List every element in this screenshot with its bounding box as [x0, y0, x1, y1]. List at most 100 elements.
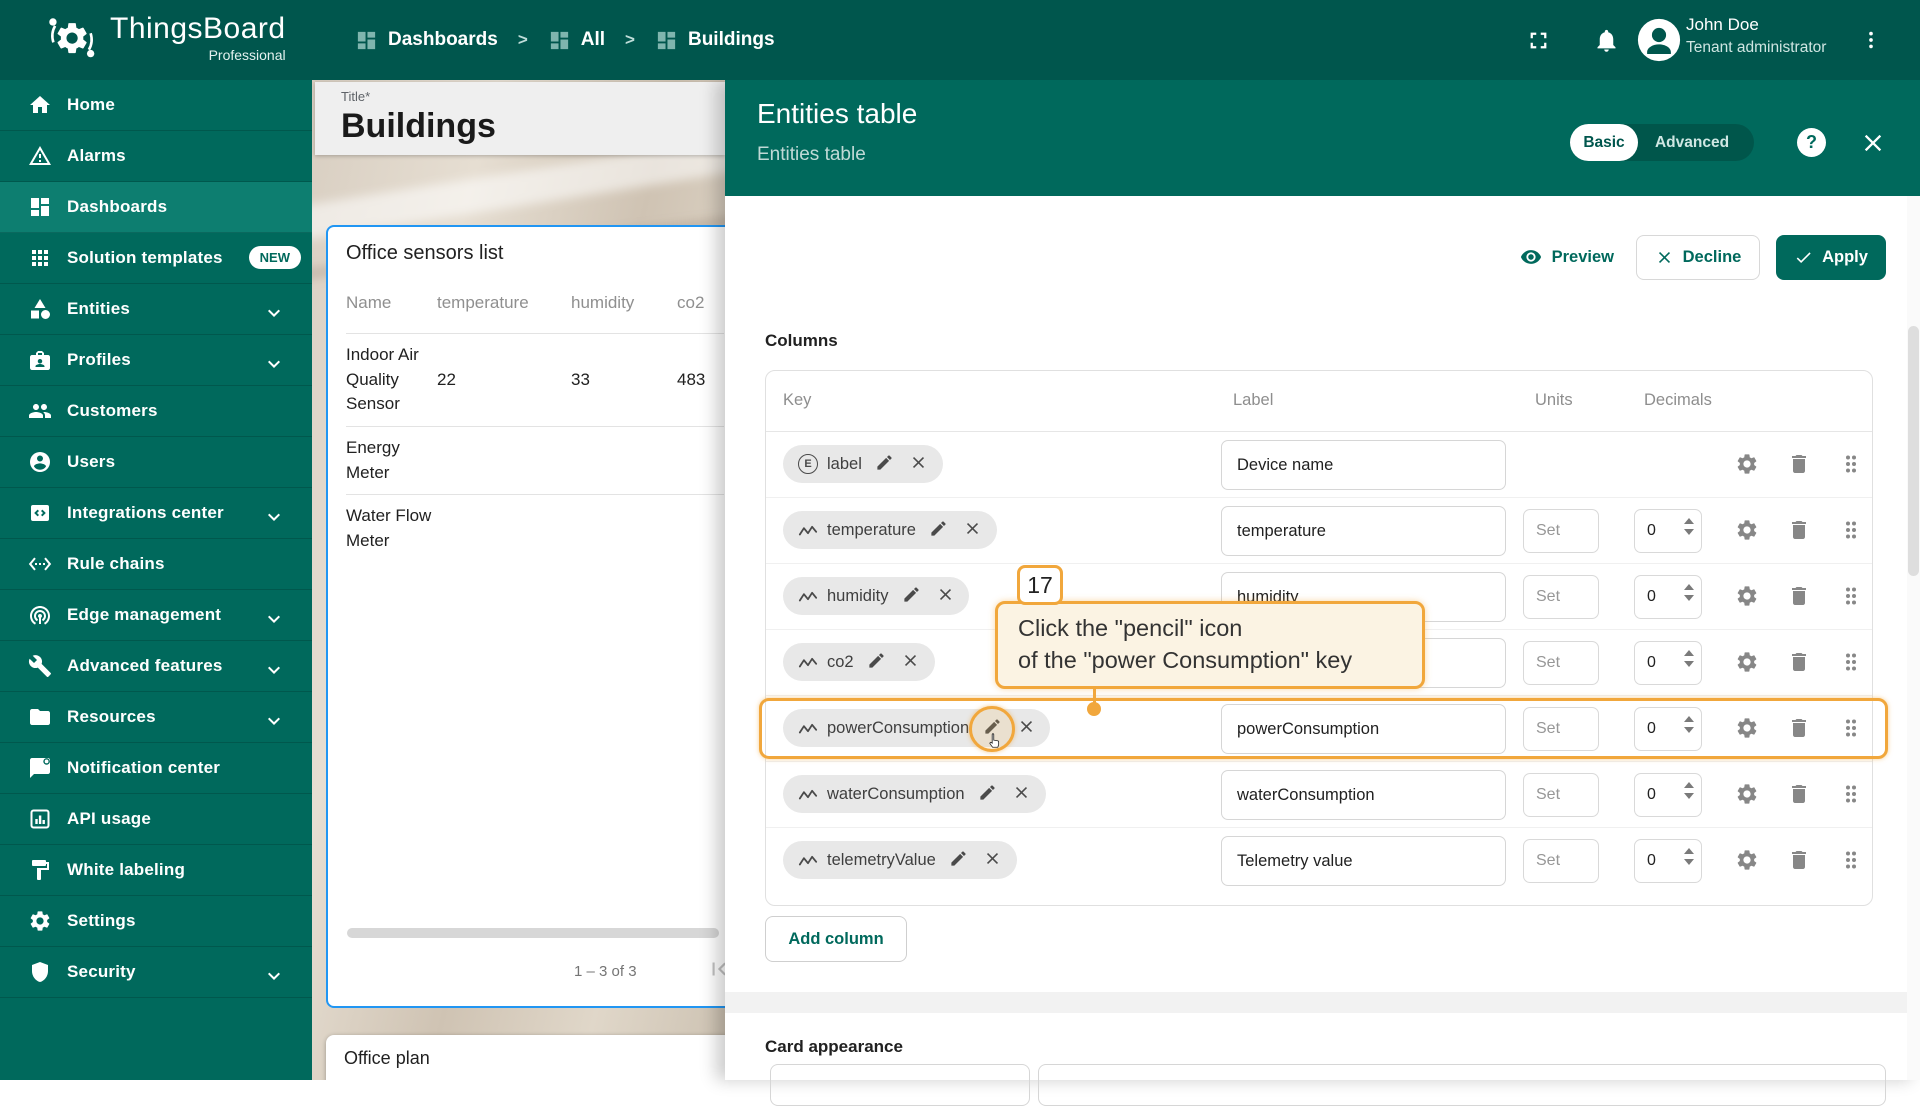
column-delete-button[interactable] — [1787, 518, 1811, 542]
widget-column-header[interactable]: temperature — [437, 293, 571, 313]
column-delete-button[interactable] — [1787, 584, 1811, 608]
column-units-input[interactable] — [1523, 839, 1599, 883]
remove-key-button[interactable] — [1015, 717, 1037, 739]
column-drag-handle[interactable] — [1839, 848, 1863, 872]
key-chip[interactable]: telemetryValue — [783, 841, 1017, 879]
column-units-input[interactable] — [1523, 641, 1599, 685]
remove-key-button[interactable] — [900, 651, 922, 673]
column-settings-button[interactable] — [1735, 518, 1759, 542]
more-menu-button[interactable] — [1860, 29, 1882, 51]
avatar[interactable] — [1636, 17, 1682, 63]
edit-key-button[interactable] — [900, 585, 922, 607]
widget-table-row[interactable]: Water Flow Meter — [346, 494, 724, 562]
panel-scrollbar-track[interactable] — [1907, 196, 1920, 1080]
column-delete-button[interactable] — [1787, 848, 1811, 872]
column-settings-button[interactable] — [1735, 716, 1759, 740]
column-decimals-input[interactable]: 0 — [1634, 839, 1702, 883]
sidebar-item-alarms[interactable]: Alarms — [0, 131, 312, 182]
column-decimals-input[interactable]: 0 — [1634, 641, 1702, 685]
column-drag-handle[interactable] — [1839, 716, 1863, 740]
key-chip[interactable]: powerConsumption — [783, 709, 1050, 747]
decimals-stepper[interactable] — [1684, 584, 1694, 601]
help-button[interactable]: ? — [1797, 128, 1826, 157]
card-appearance-field-partial[interactable] — [770, 1064, 1030, 1106]
decimals-stepper[interactable] — [1684, 848, 1694, 865]
decimals-stepper[interactable] — [1684, 650, 1694, 667]
dashboard-title-input[interactable]: Buildings — [341, 107, 725, 146]
column-delete-button[interactable] — [1787, 782, 1811, 806]
preview-button[interactable]: Preview — [1514, 245, 1620, 269]
column-settings-button[interactable] — [1735, 782, 1759, 806]
sidebar-item-security[interactable]: Security — [0, 947, 312, 998]
card-appearance-field-partial[interactable] — [1038, 1064, 1886, 1106]
column-settings-button[interactable] — [1735, 650, 1759, 674]
column-decimals-input[interactable]: 0 — [1634, 509, 1702, 553]
entities-table-widget[interactable]: Office sensors list Nametemperaturehumid… — [326, 225, 725, 1008]
remove-key-button[interactable] — [1011, 783, 1033, 805]
widget-column-header[interactable]: Name — [346, 293, 437, 313]
edit-key-button[interactable] — [866, 651, 888, 673]
edit-key-button[interactable] — [977, 783, 999, 805]
sidebar-item-integrations-center[interactable]: Integrations center — [0, 488, 312, 539]
sidebar-item-resources[interactable]: Resources — [0, 692, 312, 743]
widget-column-header[interactable]: co2 — [677, 293, 725, 313]
column-settings-button[interactable] — [1735, 452, 1759, 476]
edit-key-button[interactable] — [948, 849, 970, 871]
add-column-button[interactable]: Add column — [765, 916, 907, 962]
sidebar-item-api-usage[interactable]: API usage — [0, 794, 312, 845]
widget-table-row[interactable]: Energy Meter — [346, 426, 724, 494]
sidebar-item-profiles[interactable]: Profiles — [0, 335, 312, 386]
column-drag-handle[interactable] — [1839, 518, 1863, 542]
sidebar-item-customers[interactable]: Customers — [0, 386, 312, 437]
key-chip[interactable]: temperature — [783, 511, 997, 549]
remove-key-button[interactable] — [934, 585, 956, 607]
edit-key-button[interactable] — [981, 717, 1003, 739]
user-info[interactable]: John Doe Tenant administrator — [1686, 14, 1828, 58]
sidebar-item-rule-chains[interactable]: Rule chains — [0, 539, 312, 590]
sidebar-item-advanced-features[interactable]: Advanced features — [0, 641, 312, 692]
remove-key-button[interactable] — [962, 519, 984, 541]
key-chip[interactable]: waterConsumption — [783, 775, 1046, 813]
widget-table-row[interactable]: Indoor Air Quality Sensor2233483 — [346, 333, 724, 426]
key-chip[interactable]: humidity — [783, 577, 969, 615]
column-label-input[interactable] — [1221, 506, 1506, 556]
apply-button[interactable]: Apply — [1776, 235, 1886, 280]
sidebar-item-entities[interactable]: Entities — [0, 284, 312, 335]
widget-horizontal-scrollbar[interactable] — [347, 928, 719, 938]
breadcrumb-item[interactable]: All — [548, 29, 605, 52]
column-units-input[interactable] — [1523, 707, 1599, 751]
remove-key-button[interactable] — [982, 849, 1004, 871]
column-drag-handle[interactable] — [1839, 650, 1863, 674]
panel-scrollbar-thumb[interactable] — [1908, 326, 1919, 576]
sidebar-item-home[interactable]: Home — [0, 80, 312, 131]
decimals-stepper[interactable] — [1684, 518, 1694, 535]
column-delete-button[interactable] — [1787, 452, 1811, 476]
column-settings-button[interactable] — [1735, 584, 1759, 608]
mode-basic-button[interactable]: Basic — [1570, 124, 1638, 161]
close-panel-button[interactable] — [1853, 128, 1893, 161]
first-page-button[interactable] — [700, 955, 725, 986]
column-drag-handle[interactable] — [1839, 452, 1863, 476]
key-chip[interactable]: co2 — [783, 643, 935, 681]
column-label-input[interactable] — [1221, 440, 1506, 490]
column-delete-button[interactable] — [1787, 650, 1811, 674]
column-decimals-input[interactable]: 0 — [1634, 773, 1702, 817]
column-drag-handle[interactable] — [1839, 782, 1863, 806]
edit-key-button[interactable] — [928, 519, 950, 541]
column-label-input[interactable] — [1221, 836, 1506, 886]
notifications-button[interactable] — [1593, 27, 1620, 54]
office-plan-widget[interactable]: Office plan — [326, 1035, 725, 1080]
edit-key-button[interactable] — [874, 453, 896, 475]
column-label-input[interactable] — [1221, 770, 1506, 820]
column-units-input[interactable] — [1523, 575, 1599, 619]
sidebar-item-white-labeling[interactable]: White labeling — [0, 845, 312, 896]
column-settings-button[interactable] — [1735, 848, 1759, 872]
decline-button[interactable]: Decline — [1636, 235, 1760, 280]
column-units-input[interactable] — [1523, 773, 1599, 817]
breadcrumb-item[interactable]: Buildings — [655, 29, 775, 52]
column-decimals-input[interactable]: 0 — [1634, 707, 1702, 751]
fullscreen-button[interactable] — [1525, 27, 1552, 54]
sidebar-item-settings[interactable]: Settings — [0, 896, 312, 947]
decimals-stepper[interactable] — [1684, 782, 1694, 799]
column-units-input[interactable] — [1523, 509, 1599, 553]
